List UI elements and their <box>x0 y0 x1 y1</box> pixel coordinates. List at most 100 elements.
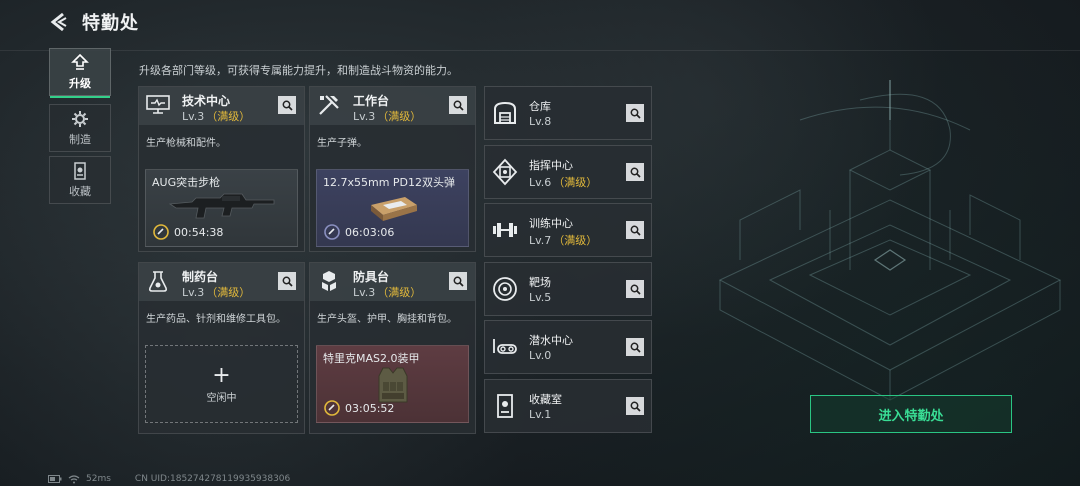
armor-bench-icon <box>322 271 336 291</box>
battery-icon <box>48 475 62 483</box>
enter-button-label: 进入特勤处 <box>878 408 944 424</box>
timer-icon <box>324 224 340 240</box>
search-icon <box>282 276 293 287</box>
facility-card-collection-room[interactable]: 收藏室 Lv.1 <box>484 379 652 433</box>
facility-level: Lv.3 （满级） <box>182 110 251 123</box>
collection-room-icon <box>497 394 513 418</box>
idle-production-slot[interactable]: + 空闲中 <box>145 345 298 423</box>
facility-name: 防具台 <box>353 270 390 284</box>
facility-level: Lv.3 （满级） <box>353 286 422 299</box>
page-title: 特勤处 <box>82 13 139 34</box>
training-center-icon <box>493 223 517 237</box>
facility-card-tech-center[interactable]: 技术中心 Lv.3 （满级） 生产枪械和配件。 AUG突击步枪 00:54:38 <box>138 86 305 252</box>
search-button[interactable] <box>278 272 296 290</box>
tab-collection[interactable]: 收藏 <box>49 156 111 204</box>
idle-label: 空闲中 <box>206 392 237 404</box>
facility-level: Lv.8 <box>529 115 552 128</box>
search-button[interactable] <box>626 104 644 122</box>
pharmacy-icon <box>148 271 168 292</box>
search-icon <box>630 108 641 119</box>
tech-center-icon <box>146 95 170 114</box>
search-button[interactable] <box>449 96 467 114</box>
production-slot[interactable]: 特里克MAS2.0装甲 03:05:52 <box>316 345 469 423</box>
facility-description: 生产头盔、护甲、胸挂和背包。 <box>317 314 457 325</box>
header-divider <box>0 50 1080 51</box>
search-icon <box>453 276 464 287</box>
facility-description: 生产子弹。 <box>317 138 367 149</box>
collection-icon <box>74 161 86 180</box>
facility-name: 技术中心 <box>182 94 231 108</box>
facility-description: 生产枪械和配件。 <box>146 138 226 149</box>
user-uid: CN UID:1852742781199359383​06 <box>134 474 291 484</box>
plus-icon: + <box>212 362 231 388</box>
wifi-icon <box>68 474 80 483</box>
facility-name: 制药台 <box>182 270 219 284</box>
facility-name: 指挥中心 <box>529 159 573 172</box>
facility-card-command-center[interactable]: 指挥中心 Lv.6 （满级） <box>484 145 652 199</box>
rifle-image <box>168 194 274 219</box>
back-arrow-icon <box>50 12 67 32</box>
production-timer: 00:54:38 <box>174 226 224 239</box>
tab-label: 收藏 <box>69 184 91 198</box>
facility-card-workbench[interactable]: 工作台 Lv.3 （满级） 生产子弹。 12.7x55mm PD12双头弹 06:… <box>309 86 476 252</box>
facility-level: Lv.0 <box>529 349 552 362</box>
facility-name: 靶场 <box>529 276 551 289</box>
facility-card-diving-center[interactable]: 潜水中心 Lv.0 <box>484 320 652 374</box>
upgrade-icon <box>71 53 89 70</box>
header: 特勤处 <box>48 8 139 36</box>
search-icon <box>282 100 293 111</box>
product-name: 12.7x55mm PD12双头弹 <box>323 176 456 189</box>
facility-level: Lv.3 （满级） <box>353 110 422 123</box>
ammo-box-image <box>370 197 417 221</box>
facility-name: 仓库 <box>529 100 551 113</box>
tab-label: 制造 <box>69 132 91 146</box>
craft-icon <box>72 110 88 127</box>
status-footer: 52ms CN UID:1852742781199359383​06 <box>48 474 290 484</box>
timer-icon <box>153 224 169 240</box>
facility-name: 潜水中心 <box>529 334 573 347</box>
facility-level: Lv.6 （满级） <box>529 176 598 189</box>
facility-card-armor-bench[interactable]: 防具台 Lv.3 （满级） 生产头盔、护甲、胸挂和背包。 特里克MAS2.0装甲 … <box>309 262 476 434</box>
search-button[interactable] <box>278 96 296 114</box>
facility-name: 工作台 <box>353 94 390 108</box>
tab-label: 升级 <box>69 76 91 90</box>
timer-icon <box>324 400 340 416</box>
production-slot[interactable]: 12.7x55mm PD12双头弹 06:03:06 <box>316 169 469 247</box>
search-icon <box>453 100 464 111</box>
search-button[interactable] <box>626 338 644 356</box>
armor-vest-image <box>378 367 407 403</box>
search-button[interactable] <box>449 272 467 290</box>
command-center-icon <box>492 158 518 186</box>
tab-craft[interactable]: 制造 <box>49 104 111 152</box>
shooting-range-icon <box>493 277 517 301</box>
facility-description: 生产药品、针剂和维修工具包。 <box>146 314 286 325</box>
search-button[interactable] <box>626 163 644 181</box>
tab-upgrade[interactable]: 升级 <box>49 48 111 98</box>
search-icon <box>630 342 641 353</box>
facility-level: Lv.1 <box>529 408 552 421</box>
facility-card-shooting-range[interactable]: 靶场 Lv.5 <box>484 262 652 316</box>
production-timer: 06:03:06 <box>345 226 395 239</box>
base-wireframe-illustration <box>718 80 1062 401</box>
workbench-icon <box>319 95 339 115</box>
facility-name: 收藏室 <box>529 393 562 406</box>
search-button[interactable] <box>626 280 644 298</box>
search-button[interactable] <box>626 397 644 415</box>
facility-level: Lv.7 （满级） <box>529 234 598 247</box>
back-button[interactable] <box>48 11 70 33</box>
search-icon <box>630 225 641 236</box>
facility-card-training-center[interactable]: 训练中心 Lv.7 （满级） <box>484 203 652 257</box>
facility-level: Lv.3 （满级） <box>182 286 251 299</box>
facility-card-warehouse[interactable]: 仓库 Lv.8 <box>484 86 652 140</box>
facility-level: Lv.5 <box>529 291 552 304</box>
diving-center-icon <box>493 339 517 354</box>
ping-value: 52ms <box>86 474 111 484</box>
production-slot[interactable]: AUG突击步枪 00:54:38 <box>145 169 298 247</box>
section-description: 升级各部门等级，可获得专属能力提升，和制造战斗物资的能力。 <box>139 64 458 77</box>
warehouse-icon <box>494 101 516 124</box>
enter-special-ops-button[interactable]: 进入特勤处 <box>810 395 1012 433</box>
facility-card-pharmacy[interactable]: 制药台 Lv.3 （满级） 生产药品、针剂和维修工具包。 + 空闲中 <box>138 262 305 434</box>
production-timer: 03:05:52 <box>345 402 395 415</box>
search-button[interactable] <box>626 221 644 239</box>
facility-name: 训练中心 <box>529 217 573 230</box>
